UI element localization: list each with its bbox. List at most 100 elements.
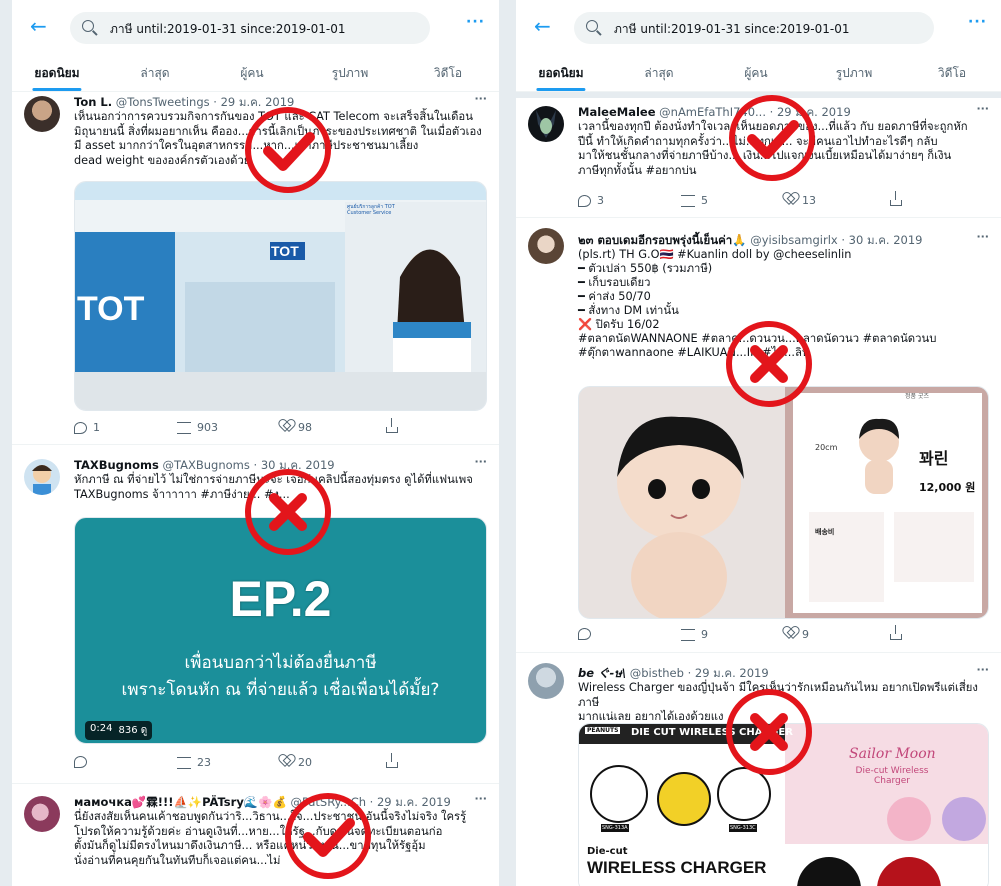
- video-stats: 0:24 836 ดู: [85, 721, 153, 740]
- active-tab-indicator: [32, 88, 82, 91]
- tweet-actions: 23 20: [74, 753, 487, 774]
- search-query[interactable]: ภาษี until:2019-01-31 since:2019-01-01: [110, 20, 346, 39]
- left-panel: ← ภาษี until:2019-01-31 since:2019-01-01…: [12, 0, 499, 886]
- tweet-more-icon[interactable]: ···: [474, 92, 487, 105]
- tab-latest[interactable]: ล่าสุด: [140, 64, 169, 83]
- display-name[interactable]: ๒๓ ตอบเดมอีกรอบพรุ่งนี้เย็นค่า🙏: [578, 233, 747, 247]
- display-name[interactable]: Ton L.: [74, 95, 112, 109]
- avatar[interactable]: [528, 106, 564, 142]
- reply-icon: [74, 756, 87, 768]
- share-button[interactable]: [386, 418, 398, 433]
- retweet-button[interactable]: 9: [681, 628, 708, 641]
- doll-price: 12,000 원: [919, 481, 976, 494]
- tweet-image[interactable]: 정품 굿즈 20cm 꽈린 12,000 원 배송비: [578, 386, 989, 619]
- die-cut-label: Die-cut: [587, 846, 628, 857]
- reply-button[interactable]: [578, 628, 597, 640]
- like-button[interactable]: 20: [280, 756, 312, 769]
- tweet-image[interactable]: PEANUTS DIE CUT WIRELESS CHARGER Sailor …: [578, 723, 989, 886]
- retweet-button[interactable]: 903: [177, 421, 218, 434]
- tweet-more-icon[interactable]: ···: [976, 102, 989, 115]
- search-query[interactable]: ภาษี until:2019-01-31 since:2019-01-01: [614, 20, 850, 39]
- share-icon: [386, 418, 398, 433]
- tab-photos[interactable]: รูปภาพ: [332, 64, 369, 83]
- tweet-text: เวลานี้ของทุกปี ต้องนั่งทำใจเวลาเห็นยอดภ…: [578, 120, 968, 177]
- tweet-actions: 1 903 98: [74, 418, 487, 439]
- tweet[interactable]: мамочка💕霖!!!⛵✨PÄTsry🌊🌸💰 @PatSRy...Ch · 2…: [12, 784, 499, 886]
- shipping-note: 배송비: [815, 528, 835, 536]
- tab-top[interactable]: ยอดนิยม: [536, 64, 586, 91]
- display-name[interactable]: мамочка💕霖!!!⛵✨PÄTsry🌊🌸💰: [74, 795, 287, 809]
- avatar[interactable]: [24, 459, 60, 495]
- doll-size: 20cm: [815, 443, 838, 452]
- retweet-icon: [177, 756, 191, 769]
- display-name[interactable]: TAXBugnoms: [74, 458, 159, 472]
- display-name[interactable]: MaleeMalee: [578, 105, 656, 119]
- sku-label: SNG-313A: [601, 824, 629, 832]
- more-options-icon[interactable]: ···: [466, 14, 485, 30]
- heart-icon: [784, 195, 796, 206]
- tab-photos[interactable]: รูปภาพ: [836, 64, 873, 83]
- tweet-actions: 3 5 13: [578, 191, 989, 212]
- tweet-text: เห็นนอกว่าการควบรวมกิจการกันของ TOT และ …: [74, 110, 482, 167]
- tweet-more-icon[interactable]: ···: [976, 230, 989, 243]
- more-options-icon[interactable]: ···: [968, 14, 987, 30]
- handle-date: @bistheb · 29 ม.ค. 2019: [629, 666, 769, 680]
- handle-date: @TonsTweetings · 29 ม.ค. 2019: [115, 95, 295, 109]
- tweet[interactable]: ๒๓ ตอบเดมอีกรอบพรุ่งนี้เย็นค่า🙏 @yisibsa…: [516, 218, 1001, 653]
- reply-icon: [578, 628, 591, 640]
- avatar[interactable]: [24, 796, 60, 832]
- tweet-more-icon[interactable]: ···: [474, 792, 487, 805]
- tweet-more-icon[interactable]: ···: [474, 455, 487, 468]
- retweet-button[interactable]: 23: [177, 756, 211, 769]
- back-arrow-icon[interactable]: ←: [30, 12, 47, 40]
- tweet[interactable]: MaleeMalee @nAmEfaThI740... · 29 ม.ค. 20…: [516, 92, 1001, 218]
- tab-latest[interactable]: ล่าสุด: [644, 64, 673, 83]
- reply-button[interactable]: [74, 756, 93, 768]
- tweet-text: Wireless Charger ของญี่ปุ่นจ้า มีใครเห็น…: [578, 681, 978, 723]
- tweet-image[interactable]: TOT TOT ศูนย์บริการลูกค้า TOT Customer S…: [74, 181, 487, 411]
- like-button[interactable]: 13: [784, 194, 816, 207]
- like-button[interactable]: 9: [784, 628, 809, 641]
- share-button[interactable]: [386, 753, 398, 768]
- charger-banner: DIE CUT WIRELESS CHARGER: [631, 727, 793, 738]
- tweet-text: (pls.rt) TH G.O🇹🇭 #Kuanlin doll by @chee…: [578, 248, 937, 359]
- avatar[interactable]: [528, 663, 564, 699]
- tweet[interactable]: TAXBugnoms @TAXBugnoms · 30 ม.ค. 2019 ··…: [12, 445, 499, 784]
- tweet-more-icon[interactable]: ···: [976, 663, 989, 676]
- wireless-charger-label: WIRELESS CHARGER: [587, 858, 767, 877]
- search-input[interactable]: ภาษี until:2019-01-31 since:2019-01-01: [70, 12, 430, 44]
- share-button[interactable]: [890, 191, 902, 206]
- tweet[interactable]: Ton L. @TonsTweetings · 29 ม.ค. 2019 ···…: [12, 92, 499, 445]
- avatar[interactable]: [528, 228, 564, 264]
- sailor-moon-subtitle: Die-cut Wireless Charger: [855, 766, 929, 786]
- share-icon: [386, 753, 398, 768]
- back-arrow-icon[interactable]: ←: [534, 12, 551, 40]
- tab-people[interactable]: ผู้คน: [744, 64, 767, 83]
- heart-icon: [280, 757, 292, 768]
- video-line-2: เพราะโดนหัก ณ ที่จ่ายแล้ว เชื่อเพื่อนได้…: [121, 680, 440, 700]
- tab-videos[interactable]: วิดีโอ: [434, 64, 462, 83]
- share-button[interactable]: [890, 625, 902, 640]
- tab-people[interactable]: ผู้คน: [240, 64, 263, 83]
- video-player[interactable]: EP.2 เพื่อนบอกว่าไม่ต้องยื่นภาษี เพราะโด…: [74, 517, 487, 744]
- reply-button[interactable]: 1: [74, 421, 100, 434]
- tab-top[interactable]: ยอดนิยม: [32, 64, 82, 91]
- display-name[interactable]: be ぐ-ษ\: [578, 666, 626, 680]
- search-input[interactable]: ภาษี until:2019-01-31 since:2019-01-01: [574, 12, 934, 44]
- tweet[interactable]: be ぐ-ษ\ @bistheb · 29 ม.ค. 2019 ··· Wire…: [516, 653, 1001, 886]
- sku-label: SNG-313C: [729, 824, 757, 832]
- like-button[interactable]: 98: [280, 421, 312, 434]
- tab-videos[interactable]: วิดีโอ: [938, 64, 966, 83]
- avatar[interactable]: [24, 96, 60, 132]
- top-bar: ← ภาษี until:2019-01-31 since:2019-01-01…: [12, 0, 499, 56]
- reply-icon: [74, 421, 87, 434]
- handle-date: @PatSRy...Ch · 29 ม.ค. 2019: [290, 795, 451, 809]
- video-views: 836 ดู: [118, 725, 148, 736]
- handle-date: @yisibsamgirlx · 30 ม.ค. 2019: [750, 233, 923, 247]
- tot-sign: TOT: [271, 243, 299, 259]
- reply-button[interactable]: 3: [578, 194, 604, 207]
- retweet-button[interactable]: 5: [681, 194, 708, 207]
- horned-character-avatar-image: [536, 110, 556, 138]
- tweet-text: นี่ยังสงสัยเห็นคนเค้าชอบพูดกันว่าริ...วิ…: [74, 810, 467, 867]
- top-bar: ← ภาษี until:2019-01-31 since:2019-01-01…: [516, 0, 1001, 56]
